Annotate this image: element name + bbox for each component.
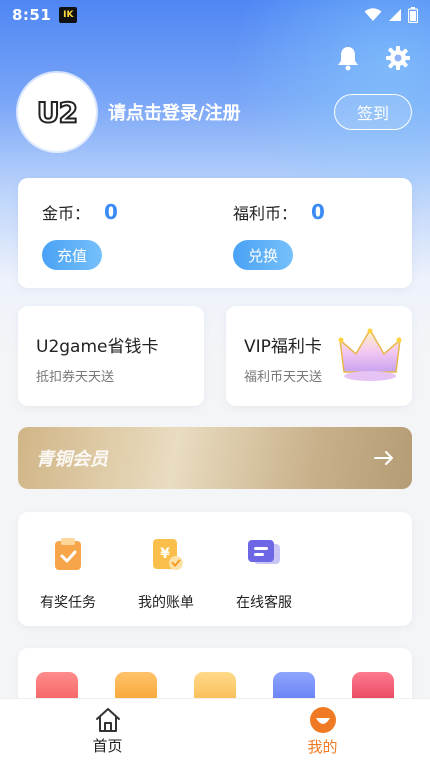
tab-mine-label: 我的 [307, 738, 338, 756]
membership-level-label: 青铜会员 [36, 449, 108, 470]
service-tasks-label: 有奖任务 [40, 595, 96, 611]
recharge-button[interactable]: 充值 [42, 240, 102, 270]
settings-gear-icon[interactable] [384, 44, 412, 72]
customer-service-icon [248, 540, 280, 564]
profile-smile-icon [309, 707, 336, 733]
vip-card-title: VIP福利卡 [244, 337, 322, 357]
signin-button[interactable]: 签到 [334, 94, 412, 130]
welfare-coins-label: 福利币： [233, 204, 298, 223]
tab-mine[interactable]: 我的 [215, 699, 430, 764]
services-card: 有奖任务 ¥ 我的账单 在线客服 [18, 512, 412, 626]
service-bills[interactable]: ¥ 我的账单 [116, 534, 216, 612]
coins-label: 金币： [42, 204, 91, 223]
exchange-button[interactable]: 兑换 [233, 240, 293, 270]
wifi-icon [364, 8, 382, 21]
crown-icon [338, 328, 402, 381]
membership-banner[interactable]: 青铜会员 [18, 427, 412, 489]
home-icon [95, 708, 120, 732]
service-support-label: 在线客服 [236, 595, 292, 611]
task-clipboard-icon [55, 538, 81, 570]
header-actions [334, 44, 412, 72]
welfare-coins-value: 0 [311, 200, 325, 224]
service-tasks[interactable]: 有奖任务 [18, 534, 118, 612]
bill-icon: ¥ [153, 539, 183, 570]
profile-row: U2 请点击登录/注册 签到 [18, 72, 412, 152]
tab-home[interactable]: 首页 [0, 699, 215, 764]
savings-card-title: U2game省钱卡 [36, 337, 159, 357]
coins-balance: 金币： 0 [42, 200, 118, 224]
wallet-card: 金币： 0 充值 福利币： 0 兑换 [18, 178, 412, 288]
vip-card-subtitle: 福利币天天送 [244, 370, 323, 385]
vip-welfare-card[interactable]: VIP福利卡 福利币天天送 [226, 306, 412, 406]
signal-icon [389, 9, 401, 21]
status-time: 8:51 [12, 6, 52, 24]
savings-card[interactable]: U2game省钱卡 抵扣券天天送 [18, 306, 204, 406]
coins-value: 0 [104, 200, 118, 224]
svg-text:¥: ¥ [160, 546, 170, 562]
tab-home-label: 首页 [92, 737, 123, 755]
status-bar: 8:51 IK [0, 0, 430, 30]
login-register-link[interactable]: 请点击登录/注册 [108, 99, 241, 125]
arrow-right-icon [374, 451, 393, 465]
avatar[interactable]: U2 [18, 73, 96, 151]
app-notification-icon: IK [59, 7, 78, 23]
welfare-balance: 福利币： 0 [233, 200, 325, 224]
battery-icon [408, 7, 418, 23]
service-bills-label: 我的账单 [138, 595, 194, 611]
savings-card-subtitle: 抵扣券天天送 [36, 370, 115, 385]
bottom-tab-bar: 首页 我的 [0, 698, 430, 764]
service-customer-support[interactable]: 在线客服 [214, 534, 314, 612]
notification-bell-icon[interactable] [334, 44, 362, 72]
avatar-logo-text: U2 [36, 95, 79, 130]
